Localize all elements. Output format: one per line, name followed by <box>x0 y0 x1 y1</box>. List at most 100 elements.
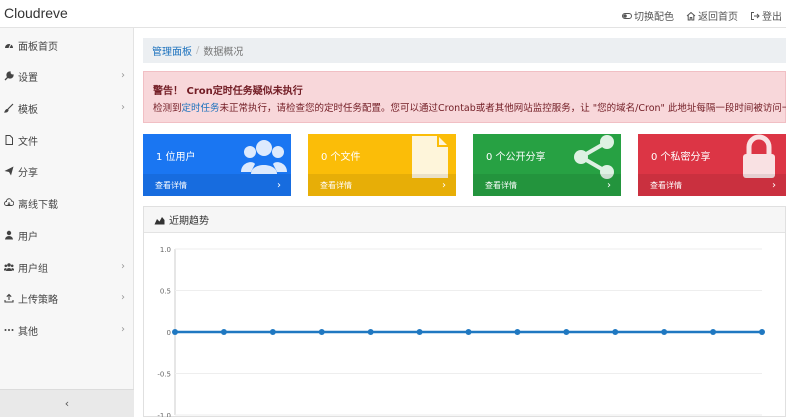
data-point[interactable] <box>465 329 472 335</box>
brand-name[interactable]: Cloudreve <box>4 5 68 21</box>
private-shares-stat-card[interactable]: 0 个私密分享 查看详情 › <box>638 134 786 196</box>
data-point[interactable] <box>759 329 765 335</box>
chevron-right-icon: › <box>121 70 125 81</box>
sidebar-item-label: 面板首页 <box>18 41 58 53</box>
card-footer[interactable]: 查看详情 › <box>308 174 456 196</box>
y-tick-label: -1.0 <box>157 412 171 417</box>
cron-warning-alert: 警告！ Cron定时任务疑似未执行 检测到定时任务未正常执行，请检查您的定时任务… <box>143 71 786 123</box>
sidebar-item-label: 设置 <box>18 72 38 84</box>
breadcrumb-separator: / <box>196 45 200 56</box>
chevron-right-icon: › <box>121 292 125 303</box>
data-point[interactable] <box>563 329 570 335</box>
sidebar: 面板首页 设置 › 模板 › 文件 分享 离线下载 用户 用户组 › 上传策略 … <box>0 28 134 417</box>
data-point[interactable] <box>710 329 717 335</box>
card-footer-label: 查看详情 <box>650 180 682 190</box>
logout-label: 登出 <box>762 12 782 23</box>
chevron-right-icon: › <box>442 179 446 191</box>
chevron-right-icon: › <box>277 179 281 191</box>
theme-toggle-link[interactable]: 切换配色 <box>622 8 674 23</box>
sidebar-item-upload-policy[interactable]: 上传策略 › <box>0 287 134 309</box>
home-link[interactable]: 返回首页 <box>686 8 738 23</box>
sidebar-item-user-groups[interactable]: 用户组 › <box>0 256 134 278</box>
panel-title: 近期趋势 <box>169 216 209 227</box>
users-icon <box>4 262 14 272</box>
chevron-right-icon: › <box>607 179 611 191</box>
recent-trend-panel: 近期趋势 1.0 0.5 0 -0.5 -1.0 <box>143 206 786 417</box>
chevron-right-icon: › <box>121 261 125 272</box>
sidebar-item-label: 模板 <box>18 104 38 116</box>
sidebar-item-other[interactable]: 其他 › <box>0 319 134 341</box>
chevron-right-icon: › <box>121 324 125 335</box>
y-tick-label: 0 <box>167 329 171 337</box>
public-shares-stat-card[interactable]: 0 个公开分享 查看详情 › <box>473 134 621 196</box>
logout-icon <box>751 11 760 20</box>
sidebar-item-files[interactable]: 文件 <box>0 129 134 151</box>
data-point[interactable] <box>661 329 668 335</box>
card-footer-label: 查看详情 <box>155 180 187 190</box>
breadcrumb-root-link[interactable]: 管理面板 <box>152 43 192 58</box>
card-text: 0 个文件 <box>321 152 361 163</box>
sidebar-item-templates[interactable]: 模板 › <box>0 97 134 119</box>
sidebar-item-label: 其他 <box>18 326 38 338</box>
y-tick-label: 0.5 <box>160 288 171 296</box>
alert-body-prefix: 检测到 <box>153 103 182 114</box>
toggle-icon <box>622 12 632 19</box>
alert-cron-link[interactable]: 定时任务 <box>182 103 220 114</box>
alert-body: 检测到定时任务未正常执行，请检查您的定时任务配置。您可以通过Crontab或者其… <box>153 100 786 114</box>
cloud-download-icon <box>4 198 14 208</box>
breadcrumb: 管理面板 / 数据概况 <box>143 38 786 63</box>
sidebar-item-settings[interactable]: 设置 › <box>0 65 134 87</box>
alert-title: 警告！ Cron定时任务疑似未执行 <box>153 86 303 97</box>
card-text: 0 个公开分享 <box>486 152 546 163</box>
sidebar-item-label: 用户 <box>18 231 38 243</box>
sidebar-item-share[interactable]: 分享 <box>0 160 134 182</box>
chevron-right-icon: › <box>121 102 125 113</box>
sidebar-item-label: 上传策略 <box>18 294 58 306</box>
card-footer[interactable]: 查看详情 › <box>473 174 621 196</box>
data-point[interactable] <box>172 329 178 335</box>
data-point[interactable] <box>612 329 619 335</box>
sidebar-item-offline-download[interactable]: 离线下载 <box>0 192 134 214</box>
wrench-icon <box>4 71 14 81</box>
sidebar-item-label: 用户组 <box>18 263 48 275</box>
brush-icon <box>4 103 14 113</box>
card-footer-label: 查看详情 <box>320 180 352 190</box>
trend-line-chart: 1.0 0.5 0 -0.5 -1.0 <box>157 246 765 417</box>
top-links: 切换配色 返回首页 登出 <box>622 8 782 23</box>
sidebar-item-label: 分享 <box>18 167 38 179</box>
logout-link[interactable]: 登出 <box>750 8 782 23</box>
data-point[interactable] <box>416 329 423 335</box>
y-tick-label: 1.0 <box>160 246 171 254</box>
card-text: 0 个私密分享 <box>651 152 711 163</box>
data-point[interactable] <box>220 329 227 335</box>
chevron-right-icon: › <box>772 179 776 191</box>
alert-body-suffix: 未正常执行，请检查您的定时任务配置。您可以通过Crontab或者其他网站监控服务… <box>219 103 786 114</box>
theme-toggle-label: 切换配色 <box>634 12 674 23</box>
chevron-left-icon: ‹ <box>64 397 70 410</box>
files-stat-card[interactable]: 0 个文件 查看详情 › <box>308 134 456 196</box>
card-footer[interactable]: 查看详情 › <box>143 174 291 196</box>
breadcrumb-current: 数据概况 <box>203 47 244 58</box>
data-point[interactable] <box>318 329 325 335</box>
home-icon <box>686 11 696 20</box>
users-stat-card[interactable]: 1 位用户 查看详情 › <box>143 134 291 196</box>
file-icon <box>4 135 14 145</box>
card-footer[interactable]: 查看详情 › <box>638 174 786 196</box>
user-icon <box>4 230 14 240</box>
data-point[interactable] <box>269 329 276 335</box>
area-chart-icon <box>154 216 165 224</box>
ellipsis-icon <box>4 325 14 335</box>
sidebar-item-dashboard[interactable]: 面板首页 <box>0 34 134 56</box>
card-footer-label: 查看详情 <box>485 180 517 190</box>
sidebar-collapse-button[interactable]: ‹ <box>0 389 134 417</box>
top-bar: Cloudreve 切换配色 返回首页 登出 <box>0 0 786 28</box>
card-text: 1 位用户 <box>156 152 196 163</box>
dashboard-icon <box>4 40 14 50</box>
home-label: 返回首页 <box>698 12 738 23</box>
data-point[interactable] <box>367 329 374 335</box>
sidebar-item-users[interactable]: 用户 <box>0 224 134 246</box>
panel-header: 近期趋势 <box>144 207 785 233</box>
y-tick-label: -0.5 <box>157 371 171 379</box>
sidebar-item-label: 文件 <box>18 136 38 148</box>
data-point[interactable] <box>514 329 521 335</box>
